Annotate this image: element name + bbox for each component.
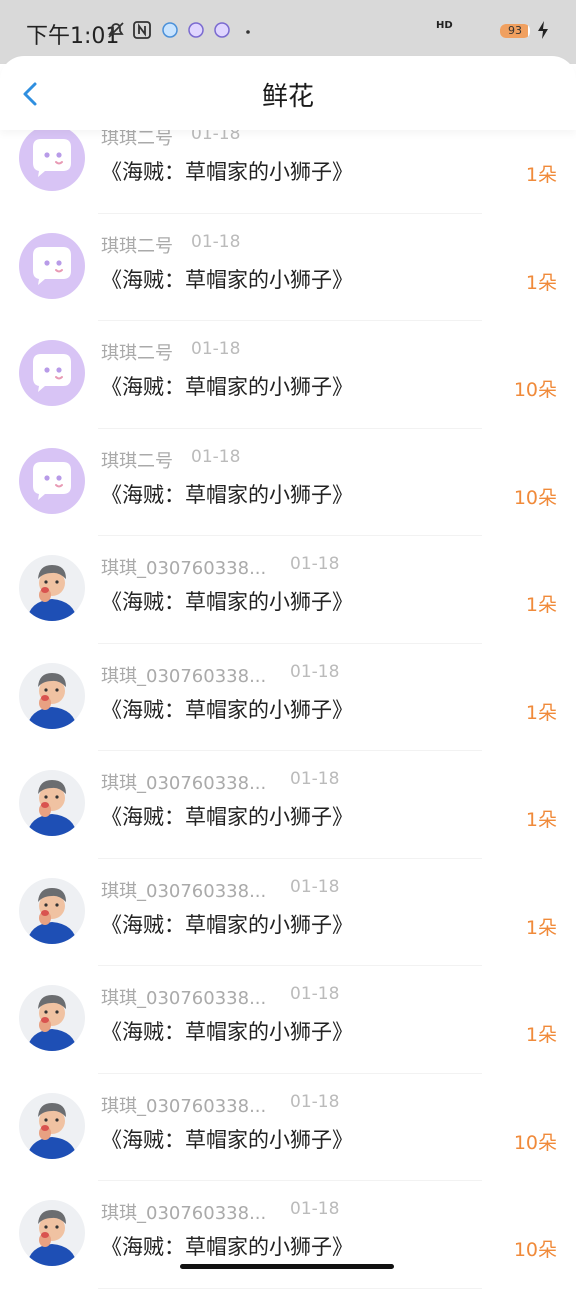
gift-date: 01-18 [290,1091,340,1112]
list-item[interactable]: 琪琪二号 01-18 《海贼：草帽家的小狮子》 10朵 [0,429,576,536]
user-photo [19,985,85,1051]
avatar[interactable] [19,1200,85,1266]
app-notification-icon [210,20,234,44]
status-bar: 下午1:01 HD 93 [0,0,576,64]
home-indicator[interactable] [180,1264,394,1269]
avatar[interactable] [19,340,85,406]
battery-icon: 93 [500,24,530,38]
avatar[interactable] [19,770,85,836]
gift-date: 01-18 [191,339,241,359]
work-title: 《海贼：草帽家的小狮子》 [101,805,353,829]
gift-date: 01-18 [290,984,340,1004]
work-title: 《海贼：草帽家的小狮子》 [101,267,353,292]
avatar[interactable] [19,1092,85,1159]
flower-count: 1朵 [525,916,557,939]
charging-icon [536,20,550,45]
chat-bubble-icon [33,139,71,177]
flower-count: 1朵 [525,271,557,294]
battery-percent: 93 [508,24,522,37]
gift-date: 01-18 [290,661,340,682]
gift-date: 01-18 [290,769,340,789]
work-title: 《海贼：草帽家的小狮子》 [101,1235,353,1259]
work-title: 《海贼：草帽家的小狮子》 [101,375,353,399]
app-notification-icon [184,20,208,44]
sender-name: 琪琪_030760338... [101,1095,267,1117]
sender-name: 琪琪_030760338... [101,665,267,687]
work-title: 《海贼：草帽家的小狮子》 [101,590,353,614]
avatar[interactable] [19,662,85,729]
list-item[interactable]: 琪琪_030760338... 01-18 《海贼：草帽家的小狮子》 1朵 [0,536,576,644]
gift-list: 琪琪二号 01-18 《海贼：草帽家的小狮子》 1朵 琪琪二号 01-18 《海贼：草帽家的… [0,106,576,1289]
flower-count: 1朵 [525,164,557,186]
chat-bubble-icon [33,354,71,392]
more-notifications-icon [236,20,260,44]
list-item[interactable]: 琪琪_030760338... 01-18 《海贼：草帽家的小狮子》 1朵 [0,859,576,966]
app-notification-icon [158,20,182,44]
work-title: 《海贼：草帽家的小狮子》 [101,912,353,937]
avatar[interactable] [19,447,85,514]
nav-header: 鲜花 [0,56,576,130]
work-title: 《海贼：草帽家的小狮子》 [101,697,353,722]
flower-count: 10朵 [513,379,557,401]
flower-count: 1朵 [525,594,557,616]
sender-name: 琪琪_030760338... [101,880,267,902]
user-photo [19,770,85,836]
list-item[interactable]: 琪琪_030760338... 01-18 《海贼：草帽家的小狮子》 1朵 [0,966,576,1074]
user-photo [19,555,85,621]
nfc-icon [130,20,154,44]
work-title: 《海贼：草帽家的小狮子》 [101,1127,353,1152]
flower-count: 1朵 [525,809,557,831]
flower-count: 10朵 [513,486,557,509]
flower-count: 10朵 [513,1131,557,1154]
page-title: 鲜花 [261,82,314,112]
flower-count: 1朵 [525,1024,557,1046]
network-type: HD [436,20,453,31]
list-item[interactable]: 琪琪_030760338... 01-18 《海贼：草帽家的小狮子》 1朵 [0,751,576,859]
list-item[interactable]: 琪琪_030760338... 01-18 《海贼：草帽家的小狮子》 1朵 [0,644,576,751]
flower-count: 10朵 [513,1239,557,1261]
work-title: 《海贼：草帽家的小狮子》 [101,482,353,507]
sender-name: 琪琪二号 [101,343,173,364]
list-item[interactable]: 琪琪_030760338... 01-18 《海贼：草帽家的小狮子》 10朵 [0,1181,576,1289]
gift-date: 01-18 [191,446,241,467]
gift-date: 01-18 [290,1199,340,1219]
sender-name: 琪琪_030760338... [101,988,267,1009]
sender-name: 琪琪_030760338... [101,773,267,794]
user-photo [19,1200,85,1266]
sender-name: 琪琪_030760338... [101,558,267,579]
user-photo [19,877,85,944]
sender-name: 琪琪二号 [101,450,173,472]
bell-off-icon [104,20,128,44]
list-item[interactable]: 琪琪二号 01-18 《海贼：草帽家的小狮子》 1朵 [0,214,576,321]
chat-bubble-icon [33,246,71,285]
avatar[interactable] [19,985,85,1051]
gift-date: 01-18 [191,231,241,252]
avatar[interactable] [19,125,85,191]
flower-count: 1朵 [525,701,557,724]
gift-date: 01-18 [290,876,340,897]
avatar[interactable] [19,555,85,621]
list-item[interactable]: 琪琪_030760338... 01-18 《海贼：草帽家的小狮子》 10朵 [0,1074,576,1181]
work-title: 《海贼：草帽家的小狮子》 [101,160,353,184]
sender-name: 琪琪二号 [101,235,173,257]
user-photo [19,1092,85,1159]
sender-name: 琪琪_030760338... [101,1203,267,1224]
user-photo [19,662,85,729]
avatar[interactable] [19,877,85,944]
chat-bubble-icon [33,461,71,500]
work-title: 《海贼：草帽家的小狮子》 [101,1020,353,1044]
list-item[interactable]: 琪琪二号 01-18 《海贼：草帽家的小狮子》 10朵 [0,321,576,429]
divider [98,1287,482,1289]
gift-date: 01-18 [290,554,340,574]
avatar[interactable] [19,232,85,299]
